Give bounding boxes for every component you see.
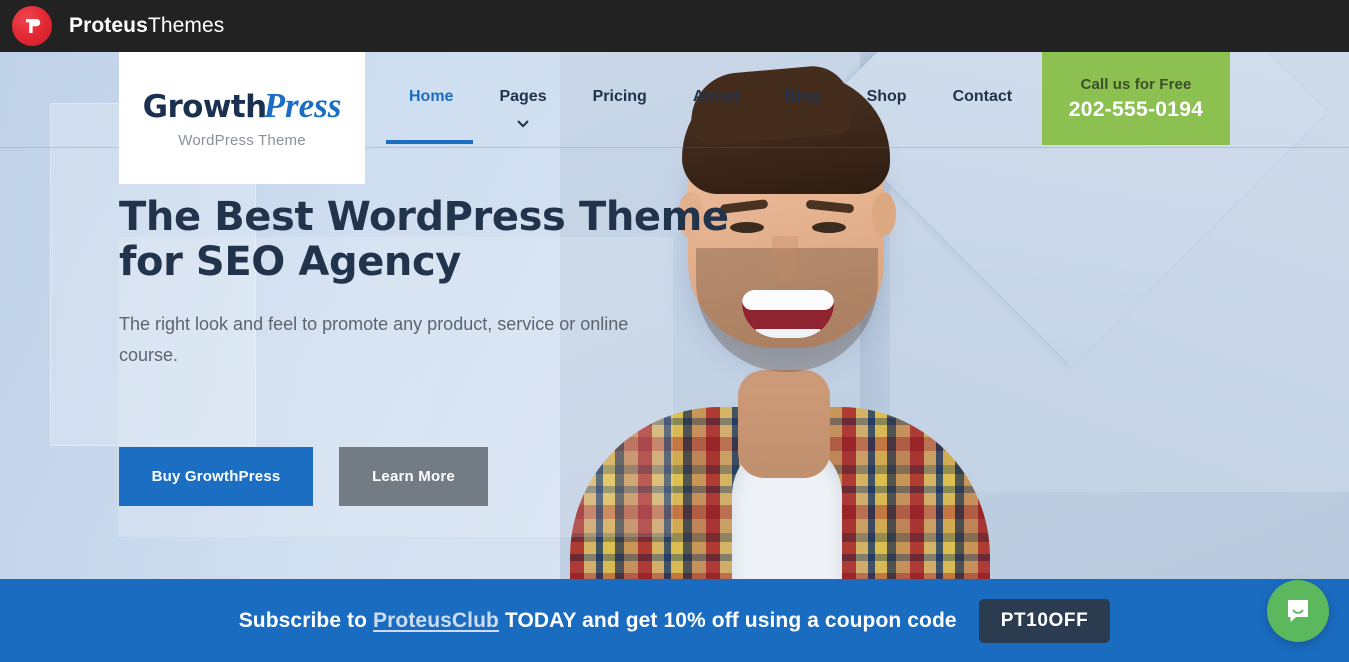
nav-label-pricing: Pricing <box>592 88 647 105</box>
nav-item-pages[interactable]: Pages <box>476 88 569 130</box>
nav-item-about[interactable]: About <box>670 88 762 106</box>
nav-label-contact: Contact <box>952 88 1013 105</box>
site-logo[interactable]: Growth Press WordPress Theme <box>119 52 365 184</box>
chat-launcher-button[interactable] <box>1267 580 1329 642</box>
proteusthemes-topbar: ProteusThemes <box>0 0 1349 52</box>
lower-teeth <box>752 329 824 338</box>
right-eye <box>812 222 846 233</box>
hero-subtitle: The right look and feel to promote any p… <box>119 314 629 365</box>
hero-cta-group: Buy GrowthPress Learn More <box>119 447 488 506</box>
nav-label-about: About <box>692 88 740 105</box>
hero-title-line1: The Best WordPress Theme <box>119 194 729 240</box>
nav-item-shop[interactable]: Shop <box>844 88 930 106</box>
nav-items: Home Pages Pricing About Blog Shop Conta… <box>365 52 1035 130</box>
subscribe-text-after: TODAY and get 10% off using a coupon cod… <box>498 608 957 632</box>
site-logo-subtitle: WordPress Theme <box>178 131 306 149</box>
nav-item-contact[interactable]: Contact <box>930 88 1036 106</box>
subscribe-text: Subscribe to ProteusClub TODAY and get 1… <box>239 609 957 633</box>
call-us-phone-number[interactable]: 202-555-0194 <box>1069 98 1203 122</box>
brand-light: Themes <box>147 14 225 37</box>
subscribe-text-before: Subscribe to <box>238 608 374 632</box>
hero-title-line2: for SEO Agency <box>119 239 461 285</box>
logo-press-text: Press <box>263 85 342 125</box>
upper-teeth <box>742 290 834 310</box>
page-root: ProteusThemes Growth Press WordPress The… <box>0 0 1349 662</box>
proteusthemes-brand-text: ProteusThemes <box>69 14 224 38</box>
nav-label-shop: Shop <box>866 88 907 105</box>
neck <box>738 370 830 478</box>
hero-title: The Best WordPress Theme for SEO Agency <box>119 195 739 285</box>
coupon-code-badge[interactable]: PT10OFF <box>978 598 1111 643</box>
nav-label-home: Home <box>409 88 454 105</box>
nav-item-blog[interactable]: Blog <box>762 88 844 106</box>
buy-growthpress-button[interactable]: Buy GrowthPress <box>119 447 313 506</box>
nav-item-home[interactable]: Home <box>386 88 476 106</box>
call-us-box[interactable]: Call us for Free 202-555-0194 <box>1042 52 1230 145</box>
chat-bubble-icon <box>1288 600 1308 622</box>
hero-copy: The Best WordPress Theme for SEO Agency … <box>119 195 739 371</box>
site-logo-wordmark: Growth Press <box>143 88 342 123</box>
nav-label-pages: Pages <box>499 88 547 105</box>
nav-label-blog: Blog <box>785 88 821 105</box>
smiling-mouth <box>742 290 834 338</box>
nose <box>772 236 798 280</box>
brand-strong: Proteus <box>69 14 148 37</box>
call-us-label: Call us for Free <box>1080 75 1192 93</box>
learn-more-button[interactable]: Learn More <box>339 447 488 506</box>
subscribe-bar: Subscribe to ProteusClub TODAY and get 1… <box>0 579 1349 662</box>
nav-item-pricing[interactable]: Pricing <box>570 88 670 106</box>
active-nav-underline <box>386 140 473 144</box>
logo-growth-text: Growth <box>142 88 268 125</box>
proteus-monogram-icon[interactable] <box>12 6 52 46</box>
proteusclub-link[interactable]: ProteusClub <box>373 609 499 632</box>
right-ear <box>872 192 896 236</box>
chevron-down-icon <box>517 120 529 128</box>
